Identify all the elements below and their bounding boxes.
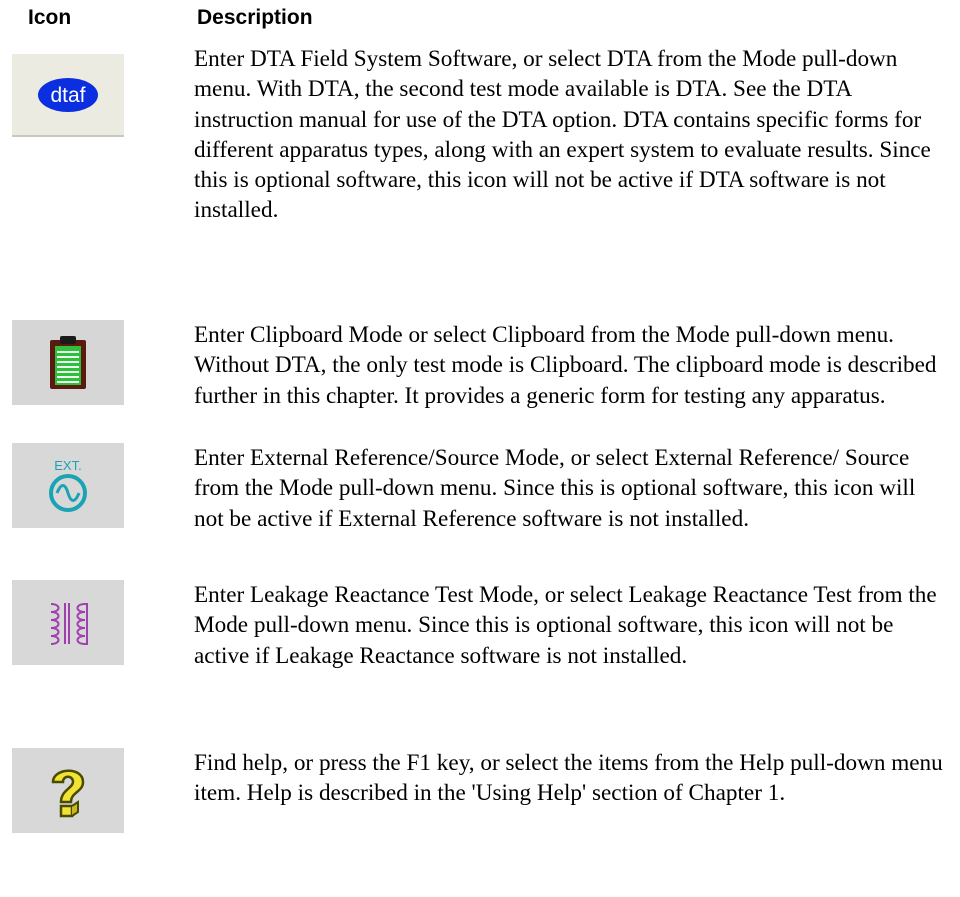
transformer-icon <box>50 602 88 645</box>
leakage-reactance-button[interactable] <box>12 580 124 665</box>
help-icon <box>51 769 85 817</box>
row-description: Enter External Reference/Source Mode, or… <box>194 445 916 532</box>
column-header-description: Description <box>197 6 313 29</box>
external-source-button[interactable]: EXT. <box>12 443 124 528</box>
row-description: Enter Leakage Reactance Test Mode, or se… <box>194 582 937 669</box>
dtaf-icon: dtaf <box>38 77 98 112</box>
row-description: Enter DTA Field System Software, or sele… <box>194 46 931 224</box>
row-description: Enter Clipboard Mode or select Clipboard… <box>194 322 937 409</box>
column-header-icon: Icon <box>28 6 72 29</box>
ext-label: EXT. <box>54 458 81 473</box>
dtaf-button[interactable]: dtaf <box>12 54 124 137</box>
help-button[interactable] <box>12 748 124 833</box>
icon-description-table: Icon Description dtaf Enter DTA Field Sy… <box>0 0 960 897</box>
row-description: Find help, or press the F1 key, or selec… <box>194 750 943 807</box>
clipboard-icon <box>50 335 86 389</box>
dtaf-icon-label: dtaf <box>50 84 85 107</box>
clipboard-button[interactable] <box>12 320 124 405</box>
external-source-icon: EXT. <box>49 458 87 512</box>
